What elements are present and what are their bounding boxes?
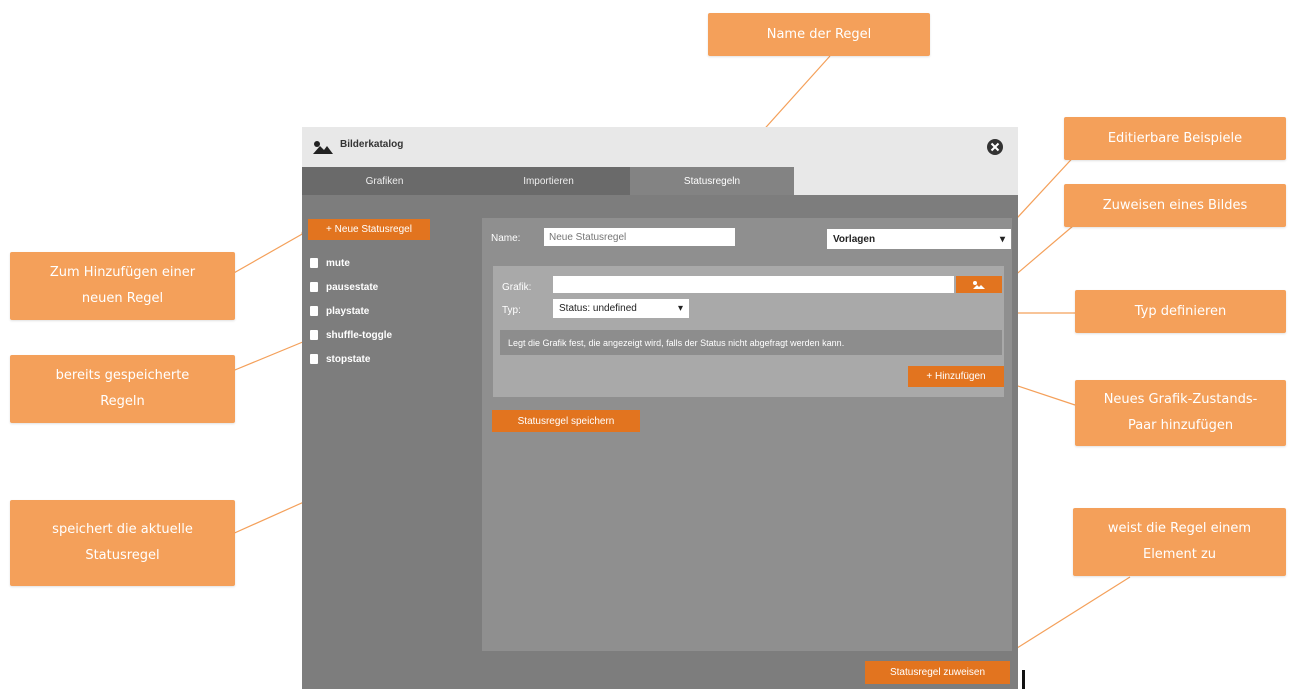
image-icon [973, 280, 985, 289]
callout-line: weist die Regel einem [1107, 521, 1252, 536]
callout-gespeicherte-regeln: bereits gespeicherte Regeln [10, 355, 235, 423]
name-label: Name: [491, 233, 521, 244]
connector-zuweisen [1005, 576, 1131, 656]
text-cursor [1022, 670, 1025, 689]
bilderkatalog-window: Bilderkatalog Grafiken Importieren Statu… [302, 127, 1018, 689]
type-select[interactable]: Status: undefined ▾ [553, 299, 689, 318]
type-select-value: Status: undefined [559, 303, 637, 314]
callout-zum-hinzufuegen: Zum Hinzufügen einer neuen Regel [10, 252, 235, 320]
rule-name-input[interactable] [544, 228, 735, 246]
close-circle-icon[interactable] [986, 138, 1004, 156]
save-rule-button[interactable]: Statusregel speichern [492, 410, 640, 432]
callout-speichert: speichert die aktuelle Statusregel [10, 500, 235, 586]
trash-icon[interactable] [310, 354, 318, 364]
tab-bar: Grafiken Importieren Statusregeln [302, 167, 1018, 195]
callout-line: neuen Regel [81, 291, 164, 306]
rule-editor-panel: Name: Vorlagen ▾ Grafik: Typ: Status: un… [482, 218, 1012, 651]
tab-importieren[interactable]: Importieren [467, 167, 630, 195]
templates-select[interactable]: Vorlagen ▾ [827, 229, 1011, 249]
callout-line: Statusregel [85, 548, 160, 563]
tab-statusregeln[interactable]: Statusregeln [630, 167, 794, 195]
rule-label: mute [326, 257, 350, 269]
callout-line: Paar hinzufügen [1127, 418, 1234, 433]
trash-icon[interactable] [310, 258, 318, 268]
rule-item-playstate[interactable]: playstate [310, 303, 369, 319]
callout-line: Zum Hinzufügen einer [49, 265, 196, 280]
picture-icon [313, 141, 333, 154]
callout-name-der-regel: Name der Regel [708, 13, 930, 56]
rule-item-pausestate[interactable]: pausestate [310, 279, 378, 295]
window-title: Bilderkatalog [340, 139, 404, 150]
rule-item-stopstate[interactable]: stopstate [310, 351, 370, 367]
rule-item-shuffle-toggle[interactable]: shuffle-toggle [310, 327, 392, 343]
grafik-field[interactable] [553, 276, 954, 293]
trash-icon[interactable] [310, 306, 318, 316]
add-pair-button[interactable]: + Hinzufügen [908, 366, 1004, 387]
callout-line: Neues Grafik-Zustands- [1103, 392, 1258, 407]
rule-label: pausestate [326, 281, 379, 293]
trash-icon[interactable] [310, 282, 318, 292]
dropdown-arrow-icon: ▾ [999, 233, 1005, 245]
connector-neue-regel [224, 232, 305, 279]
assign-rule-button[interactable]: Statusregel zuweisen [865, 661, 1010, 684]
rule-label: shuffle-toggle [326, 329, 393, 341]
callout-line: Element zu [1142, 547, 1217, 562]
assign-image-button[interactable] [956, 276, 1002, 293]
callout-typ-definieren: Typ definieren [1075, 290, 1286, 333]
image-state-pair-panel: Grafik: Typ: Status: undefined ▾ Legt di… [493, 266, 1004, 397]
rule-item-mute[interactable]: mute [310, 255, 350, 271]
rule-label: stopstate [326, 353, 371, 365]
callout-zuweisen-bild: Zuweisen eines Bildes [1064, 184, 1286, 227]
typ-label: Typ: [502, 305, 521, 316]
callout-line: Regeln [100, 394, 145, 409]
rule-label: playstate [326, 305, 370, 317]
callout-editierbare-beispiele: Editierbare Beispiele [1064, 117, 1286, 160]
callout-neues-paar: Neues Grafik-Zustands- Paar hinzufügen [1075, 380, 1286, 446]
dropdown-arrow-icon: ▾ [677, 303, 683, 314]
callout-line: bereits gespeicherte [55, 368, 190, 383]
callout-weist-zu: weist die Regel einem Element zu [1073, 508, 1286, 576]
templates-select-value: Vorlagen [833, 233, 876, 245]
type-description: Legt die Grafik fest, die angezeigt wird… [500, 330, 1002, 355]
grafik-label: Grafik: [502, 282, 532, 293]
tab-grafiken[interactable]: Grafiken [302, 167, 467, 195]
callout-line: speichert die aktuelle [52, 522, 193, 537]
connector-gespeichert [229, 338, 311, 373]
title-bar: Bilderkatalog [302, 127, 1018, 167]
trash-icon[interactable] [310, 330, 318, 340]
new-rule-button[interactable]: + Neue Statusregel [308, 219, 430, 240]
